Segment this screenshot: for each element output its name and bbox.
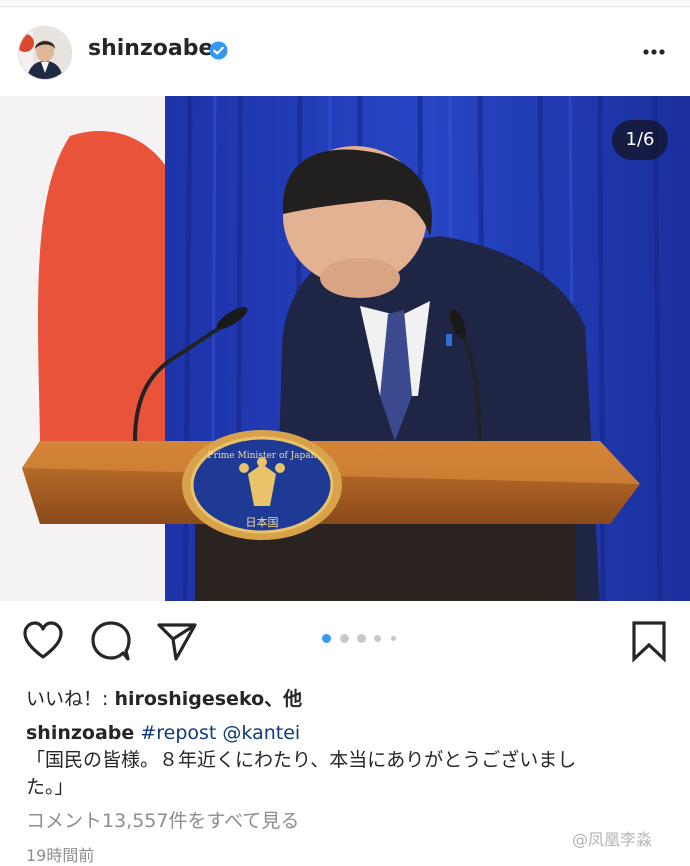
view-comments-link[interactable]: コメント13,557件をすべて見る bbox=[26, 806, 299, 833]
caption-username[interactable]: shinzoabe bbox=[26, 722, 134, 744]
post-username[interactable]: shinzoabe bbox=[88, 36, 213, 61]
likes-user-link[interactable]: hiroshigeseko bbox=[114, 688, 264, 710]
avatar-image bbox=[19, 27, 71, 79]
bookmark-icon[interactable] bbox=[627, 619, 671, 663]
likes-suffix[interactable]: 、他 bbox=[264, 688, 302, 710]
carousel-dot-active bbox=[322, 634, 331, 643]
caption-text-line1: 「国民の皆様。８年近くにわたり、本当にありがとうございまし bbox=[26, 749, 577, 771]
photo-image: Prime Minister of Japan 日本国 bbox=[0, 96, 690, 601]
carousel-dots bbox=[322, 634, 402, 644]
carousel-dot bbox=[374, 635, 381, 642]
more-options-icon[interactable] bbox=[636, 37, 676, 67]
podium-seal-kanji: 日本国 bbox=[246, 515, 279, 529]
post-timestamp: 19時間前 bbox=[26, 846, 95, 865]
caption: shinzoabe #repost @kantei 「国民の皆様。８年近くにわた… bbox=[26, 719, 666, 801]
verified-badge-icon bbox=[209, 41, 228, 60]
caption-tags[interactable]: #repost @kantei bbox=[140, 722, 300, 744]
caption-text-line2: た。」 bbox=[26, 776, 74, 798]
carousel-dot bbox=[391, 636, 396, 641]
carousel-counter: 1/6 bbox=[612, 120, 668, 160]
top-divider bbox=[0, 0, 690, 7]
heart-icon[interactable] bbox=[21, 619, 65, 663]
watermark: @凤凰李淼 bbox=[572, 830, 653, 849]
send-icon[interactable] bbox=[155, 619, 199, 663]
post-header: shinzoabe bbox=[0, 7, 690, 96]
carousel-dot bbox=[340, 634, 349, 643]
likes-prefix: いいね！: bbox=[26, 688, 115, 710]
carousel-dot bbox=[357, 634, 366, 643]
avatar[interactable] bbox=[18, 26, 72, 80]
comment-icon[interactable] bbox=[89, 619, 133, 663]
likes-line: いいね！: hiroshigeseko、他 bbox=[26, 684, 302, 711]
post-photo[interactable]: Prime Minister of Japan 日本国 bbox=[0, 96, 690, 601]
